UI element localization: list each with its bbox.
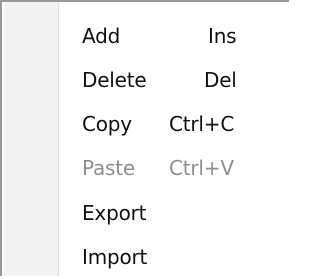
menu-item-export[interactable]: Export (60, 191, 291, 235)
menu-item-label: Add (82, 24, 121, 48)
menu-item-label: Copy (82, 112, 132, 136)
menu-item-add[interactable]: Add Ins (60, 14, 291, 58)
menu-item-shortcut: Ctrl+V (169, 156, 234, 180)
menu-item-label: Import (82, 245, 148, 269)
menu-item-import[interactable]: Import (60, 235, 291, 279)
menu-item-shortcut: Ins (208, 24, 237, 48)
menu-item-shortcut: Del (204, 68, 237, 92)
context-menu: Add Ins Delete Del Copy Ctrl+C Paste Ctr… (0, 0, 289, 276)
menu-item-delete[interactable]: Delete Del (60, 58, 291, 102)
menu-item-paste: Paste Ctrl+V (60, 146, 291, 190)
menu-item-label: Export (82, 201, 147, 225)
menu-item-label: Paste (82, 156, 135, 180)
menu-item-shortcut: Ctrl+C (169, 112, 235, 136)
menu-item-copy[interactable]: Copy Ctrl+C (60, 102, 291, 146)
menu-icon-gutter (4, 2, 58, 276)
menu-item-label: Delete (82, 68, 147, 92)
